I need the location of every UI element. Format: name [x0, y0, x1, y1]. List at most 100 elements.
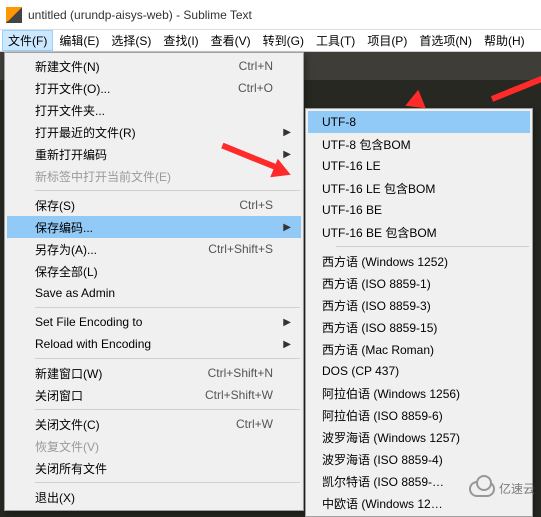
menu-item-label: 退出(X): [35, 489, 273, 506]
file-item-3[interactable]: 打开最近的文件(R) ▶: [7, 121, 301, 143]
menu-item-label: Set File Encoding to: [35, 315, 273, 329]
menu-5[interactable]: 转到(G): [257, 30, 310, 51]
menu-item-label: 阿拉伯语 (Windows 1256): [322, 385, 516, 402]
menu-item-label: UTF-16 LE 包含BOM: [322, 180, 516, 197]
menu-item-label: 保存(S): [35, 197, 219, 214]
menu-2[interactable]: 选择(S): [105, 30, 157, 51]
menu-8[interactable]: 首选项(N): [413, 30, 478, 51]
menu-item-label: 西方语 (Mac Roman): [322, 341, 516, 358]
menu-item-label: Reload with Encoding: [35, 337, 273, 351]
file-menu-dropdown: 新建文件(N)Ctrl+N打开文件(O)...Ctrl+O打开文件夹...打开最…: [4, 52, 304, 511]
chevron-right-icon: ▶: [283, 127, 291, 138]
enc-item-1[interactable]: UTF-8 包含BOM: [308, 133, 530, 155]
menu-item-label: 保存编码...: [35, 219, 273, 236]
file-item-20: 恢复文件(V): [7, 435, 301, 457]
enc-item-16[interactable]: 波罗海语 (ISO 8859-4): [308, 448, 530, 470]
file-item-13[interactable]: Set File Encoding to ▶: [7, 311, 301, 333]
menu-item-label: 西方语 (ISO 8859-15): [322, 319, 516, 336]
menu-item-shortcut: Ctrl+Shift+S: [208, 242, 273, 256]
file-item-16[interactable]: 新建窗口(W)Ctrl+Shift+N: [7, 362, 301, 384]
file-item-17[interactable]: 关闭窗口 Ctrl+Shift+W: [7, 384, 301, 406]
menu-item-label: 关闭文件(C): [35, 416, 216, 433]
separator: [35, 482, 300, 483]
file-item-10[interactable]: 保存全部(L): [7, 260, 301, 282]
menu-item-label: 保存全部(L): [35, 263, 273, 280]
menu-item-label: 打开最近的文件(R): [35, 124, 273, 141]
menu-item-label: 阿拉伯语 (ISO 8859-6): [322, 407, 516, 424]
menu-item-label: UTF-16 BE 包含BOM: [322, 224, 516, 241]
menu-item-label: UTF-8 包含BOM: [322, 136, 516, 153]
file-item-8[interactable]: 保存编码... ▶: [7, 216, 301, 238]
enc-item-11[interactable]: 西方语 (Mac Roman): [308, 338, 530, 360]
file-item-4[interactable]: 重新打开编码▶: [7, 143, 301, 165]
watermark-text: 亿速云: [499, 480, 535, 497]
separator: [35, 409, 300, 410]
menu-item-label: 关闭窗口: [35, 387, 185, 404]
chevron-right-icon: ▶: [283, 317, 291, 328]
chevron-right-icon: ▶: [283, 339, 291, 350]
encoding-submenu: UTF-8 UTF-8 包含BOM UTF-16 LE UTF-16 LE 包含BOM…: [305, 108, 533, 517]
menu-item-label: 打开文件(O)...: [35, 80, 218, 97]
menu-item-label: 波罗海语 (Windows 1257): [322, 429, 516, 446]
menu-item-label: 新标签中打开当前文件(E): [35, 168, 273, 185]
menu-item-shortcut: Ctrl+O: [238, 81, 273, 95]
chevron-right-icon: ▶: [283, 222, 291, 233]
file-item-23[interactable]: 退出(X): [7, 486, 301, 508]
file-item-0[interactable]: 新建文件(N)Ctrl+N: [7, 55, 301, 77]
menu-7[interactable]: 项目(P): [361, 30, 413, 51]
menu-4[interactable]: 查看(V): [205, 30, 257, 51]
file-item-5: 新标签中打开当前文件(E): [7, 165, 301, 187]
menubar: 文件(F)编辑(E)选择(S)查找(I)查看(V)转到(G)工具(T)项目(P)…: [0, 30, 541, 52]
separator: [35, 358, 300, 359]
menu-item-label: UTF-8: [322, 115, 516, 129]
menu-item-label: 另存为(A)...: [35, 241, 188, 258]
file-item-1[interactable]: 打开文件(O)... Ctrl+O: [7, 77, 301, 99]
separator: [35, 307, 300, 308]
menu-1[interactable]: 编辑(E): [53, 30, 105, 51]
enc-item-13[interactable]: 阿拉伯语 (Windows 1256): [308, 382, 530, 404]
file-item-21[interactable]: 关闭所有文件: [7, 457, 301, 479]
menu-3[interactable]: 查找(I): [157, 30, 204, 51]
enc-item-12[interactable]: DOS (CP 437): [308, 360, 530, 382]
file-item-7[interactable]: 保存(S)Ctrl+S: [7, 194, 301, 216]
menu-9[interactable]: 帮助(H): [478, 30, 531, 51]
menu-item-shortcut: Ctrl+N: [239, 59, 273, 73]
enc-item-4[interactable]: UTF-16 BE: [308, 199, 530, 221]
file-item-19[interactable]: 关闭文件(C) Ctrl+W: [7, 413, 301, 435]
app-icon: [6, 7, 22, 23]
file-item-14[interactable]: Reload with Encoding ▶: [7, 333, 301, 355]
file-item-11[interactable]: Save as Admin: [7, 282, 301, 304]
menu-0[interactable]: 文件(F): [2, 30, 53, 51]
menu-item-label: 西方语 (ISO 8859-1): [322, 275, 516, 292]
menu-6[interactable]: 工具(T): [310, 30, 361, 51]
titlebar: untitled (urundp-aisys-web) - Sublime Te…: [0, 0, 541, 30]
menu-item-label: Save as Admin: [35, 286, 273, 300]
menu-item-label: UTF-16 LE: [322, 159, 516, 173]
window-title: untitled (urundp-aisys-web) - Sublime Te…: [28, 8, 252, 22]
file-item-2[interactable]: 打开文件夹...: [7, 99, 301, 121]
enc-item-8[interactable]: 西方语 (ISO 8859-1): [308, 272, 530, 294]
enc-item-0[interactable]: UTF-8: [308, 111, 530, 133]
enc-item-5[interactable]: UTF-16 BE 包含BOM: [308, 221, 530, 243]
cloud-icon: [469, 481, 495, 497]
watermark: 亿速云: [469, 480, 535, 497]
menu-item-label: 西方语 (Windows 1252): [322, 253, 516, 270]
enc-item-2[interactable]: UTF-16 LE: [308, 155, 530, 177]
menu-item-label: 重新打开编码: [35, 146, 273, 163]
menu-item-label: 波罗海语 (ISO 8859-4): [322, 451, 516, 468]
menu-item-label: 关闭所有文件: [35, 460, 273, 477]
menu-item-shortcut: Ctrl+W: [236, 417, 273, 431]
file-item-9[interactable]: 另存为(A)... Ctrl+Shift+S: [7, 238, 301, 260]
enc-item-10[interactable]: 西方语 (ISO 8859-15): [308, 316, 530, 338]
enc-item-3[interactable]: UTF-16 LE 包含BOM: [308, 177, 530, 199]
separator: [336, 246, 529, 247]
menu-item-shortcut: Ctrl+Shift+N: [208, 366, 273, 380]
menu-item-label: 西方语 (ISO 8859-3): [322, 297, 516, 314]
enc-item-14[interactable]: 阿拉伯语 (ISO 8859-6): [308, 404, 530, 426]
menu-item-label: DOS (CP 437): [322, 364, 516, 378]
enc-item-7[interactable]: 西方语 (Windows 1252): [308, 250, 530, 272]
menu-item-label: 中欧语 (Windows 12…: [322, 495, 516, 512]
enc-item-15[interactable]: 波罗海语 (Windows 1257): [308, 426, 530, 448]
menu-item-shortcut: Ctrl+Shift+W: [205, 388, 273, 402]
enc-item-9[interactable]: 西方语 (ISO 8859-3): [308, 294, 530, 316]
